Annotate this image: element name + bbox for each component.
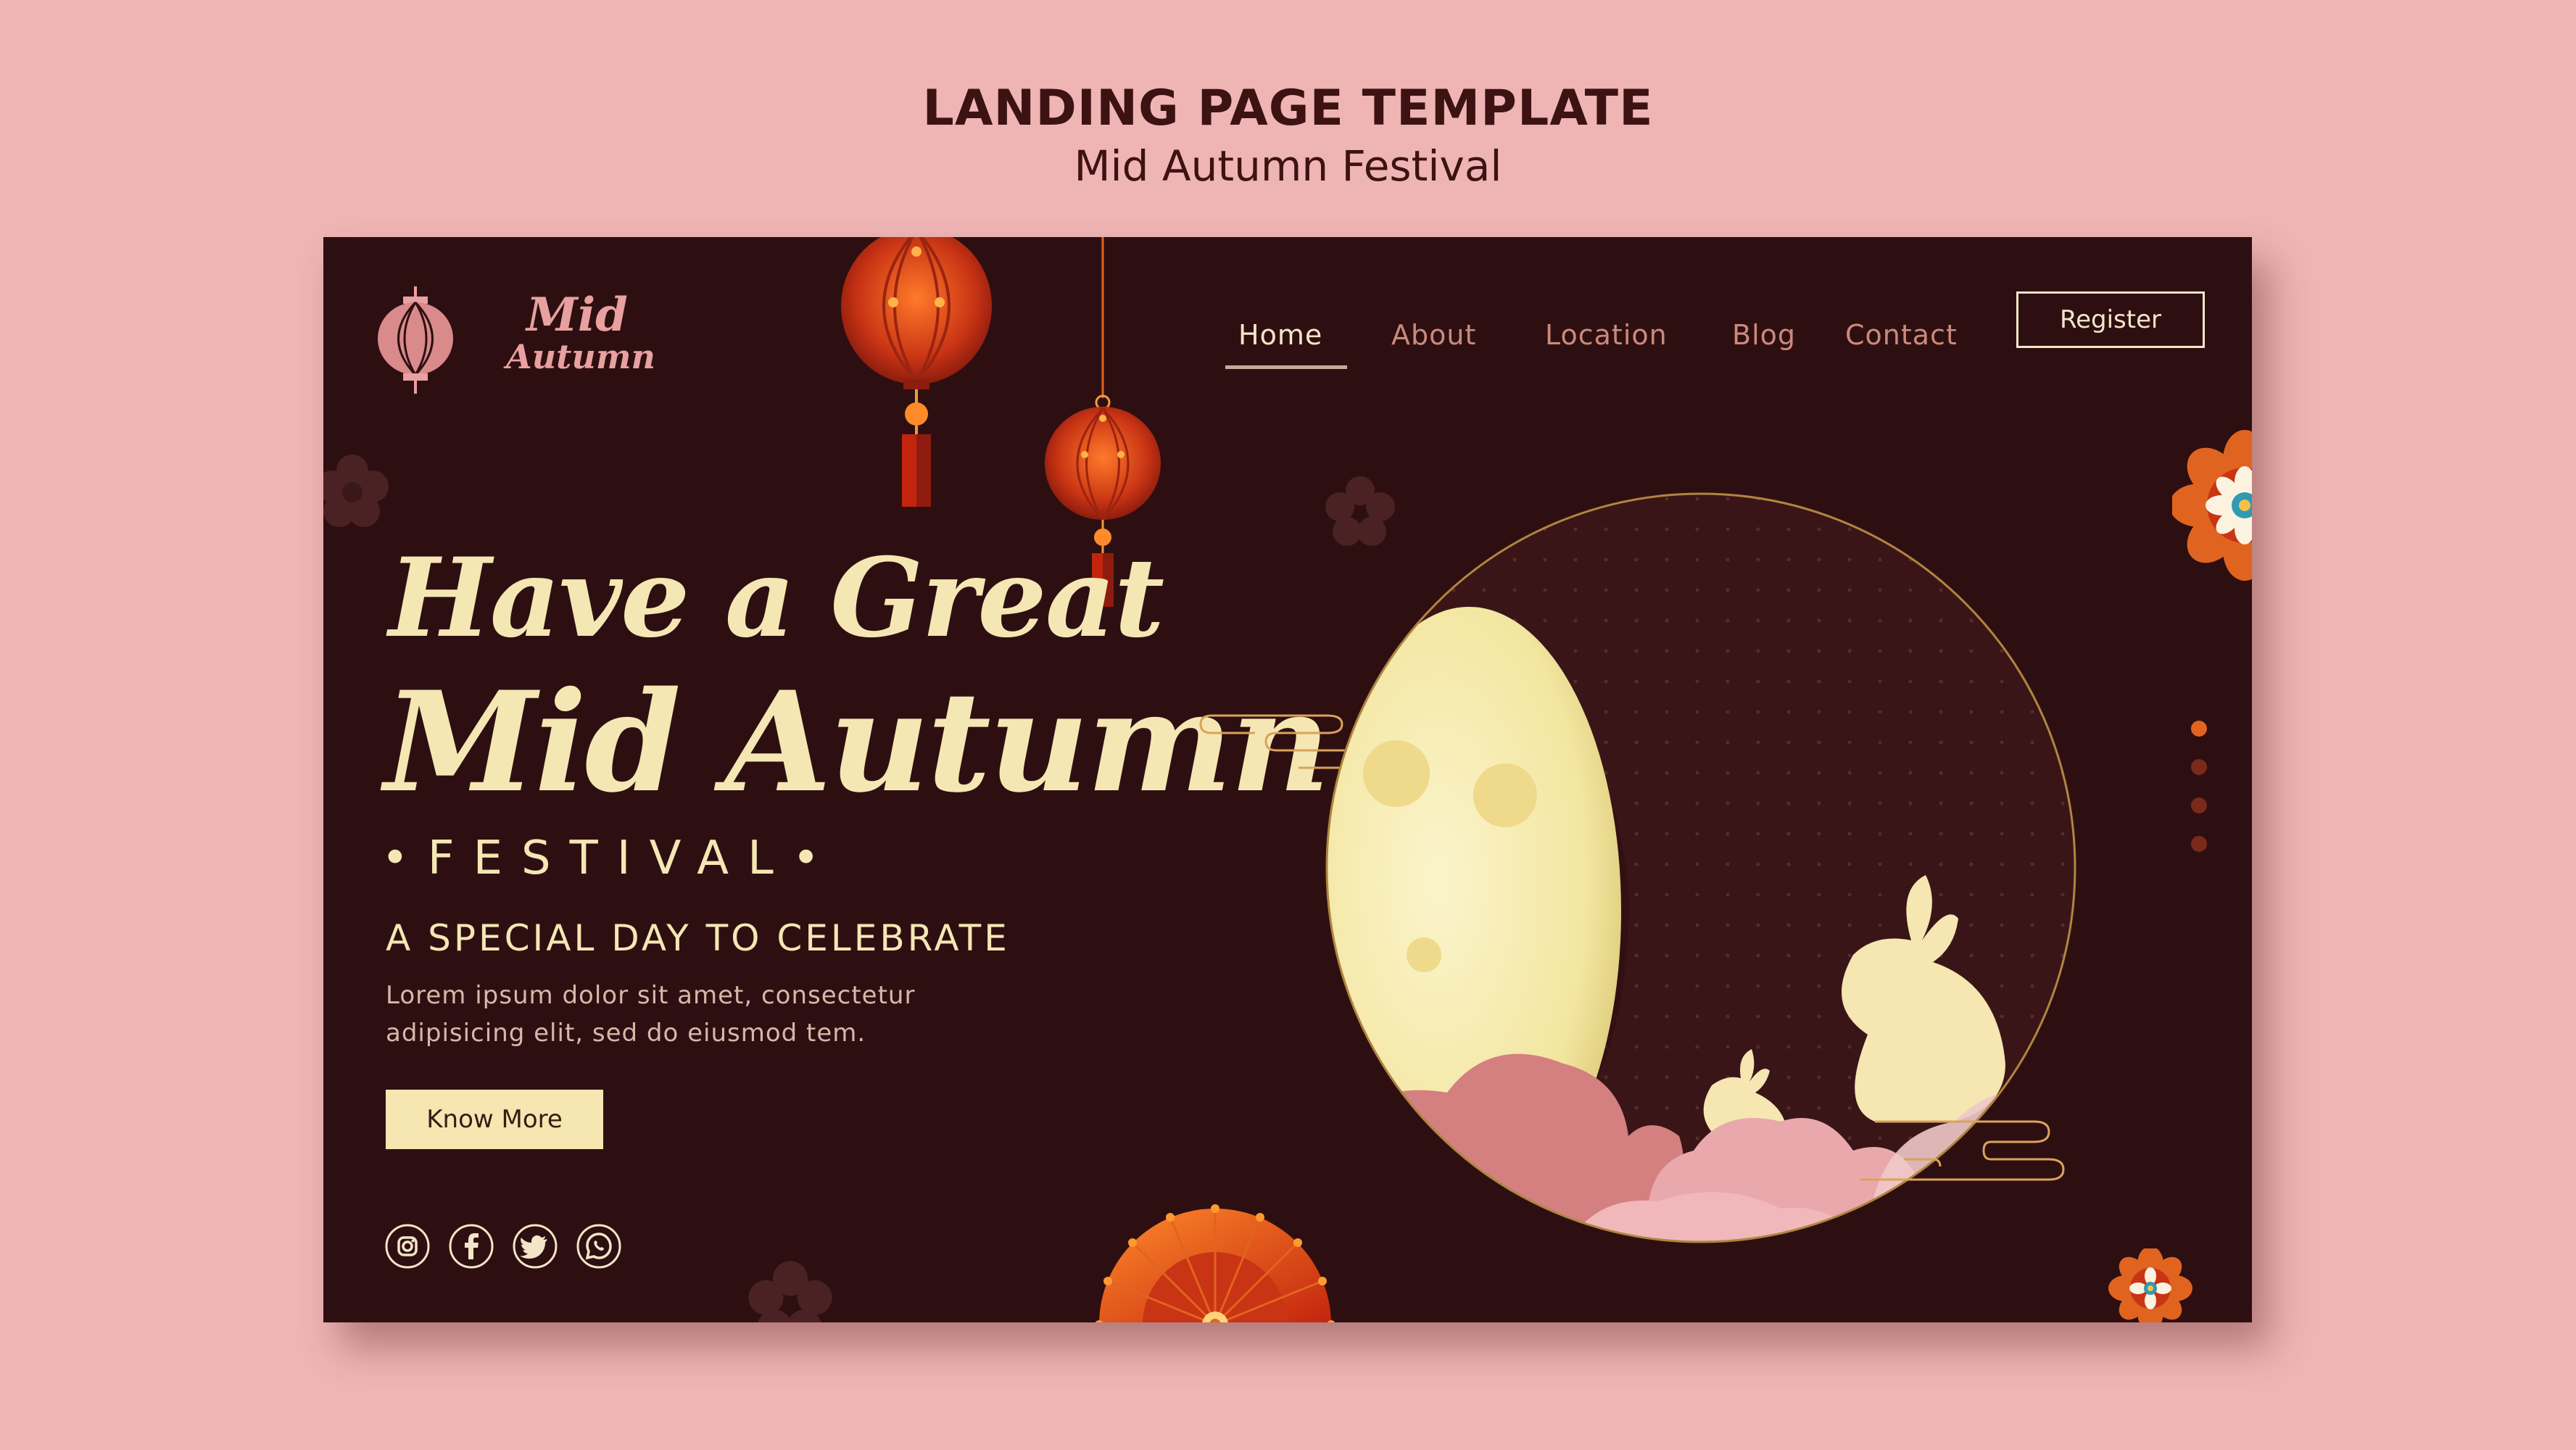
festival-label: •FESTIVAL• (381, 832, 839, 885)
know-more-button[interactable]: Know More (386, 1090, 603, 1149)
nav-item-about[interactable]: About (1391, 306, 1476, 364)
cloud-icon (1860, 1120, 2065, 1181)
flower-icon (2108, 1248, 2192, 1322)
hero-body-text: Lorem ipsum dolor sit amet, consectetur … (386, 977, 1038, 1052)
nav-item-home[interactable]: Home (1238, 306, 1322, 364)
whatsapp-icon[interactable] (576, 1223, 622, 1269)
flower-silhouette-icon (323, 455, 389, 527)
hero-body-line-2: adipisicing elit, sed do eiusmod tem. (386, 1019, 866, 1048)
register-button[interactable]: Register (2016, 291, 2205, 348)
lantern-icon (841, 237, 992, 507)
facebook-icon[interactable] (448, 1223, 494, 1269)
hero-heading-line-2: Mid Autumn (384, 661, 1330, 823)
showcase-title: LANDING PAGE TEMPLATE (922, 80, 1654, 137)
landing-page-frame: Mid Autumn Home About Location Blog Cont… (323, 237, 2252, 1322)
slider-dot-4[interactable] (2191, 836, 2207, 852)
slider-dot-1[interactable] (2191, 721, 2207, 737)
nav-active-underline (1225, 365, 1347, 369)
main-nav: Home About Location Blog Contact (323, 306, 2252, 369)
hero-body-line-1: Lorem ipsum dolor sit amet, consectetur (386, 981, 916, 1010)
slider-dot-3[interactable] (2191, 798, 2207, 813)
hero-heading-line-1: Have a Great (389, 534, 1164, 662)
hero-tagline: A SPECIAL DAY TO CELEBRATE (386, 917, 1010, 959)
instagram-icon[interactable] (384, 1223, 431, 1269)
twitter-icon[interactable] (512, 1223, 558, 1269)
slider-dot-2[interactable] (2191, 759, 2207, 775)
flower-icon (2172, 430, 2252, 581)
nav-item-blog[interactable]: Blog (1732, 306, 1796, 364)
nav-item-contact[interactable]: Contact (1845, 306, 1958, 364)
showcase-subtitle: Mid Autumn Festival (1074, 141, 1502, 191)
flower-silhouette-icon (748, 1261, 832, 1322)
nav-item-location[interactable]: Location (1545, 306, 1668, 364)
fan-icon (1095, 1204, 1335, 1322)
